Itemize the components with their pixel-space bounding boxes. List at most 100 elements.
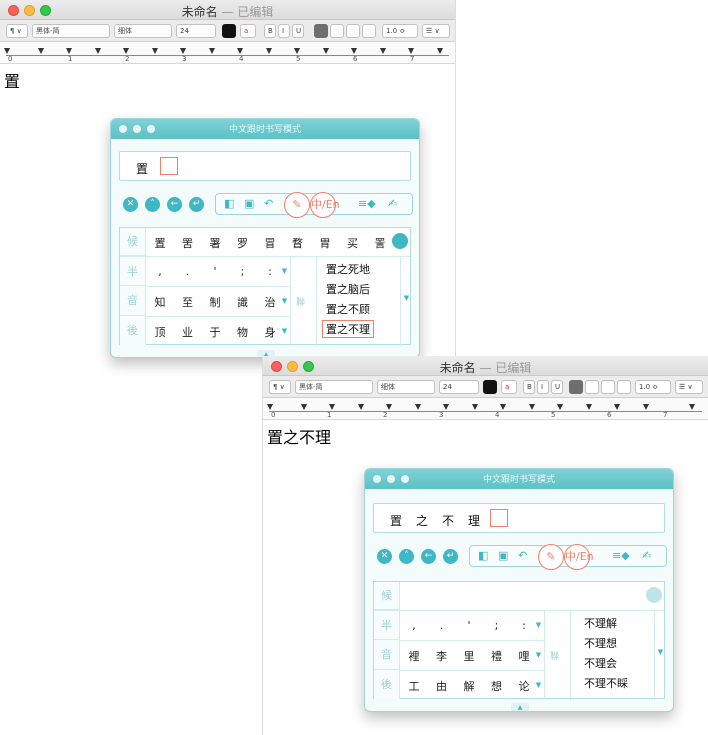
justify-button[interactable] — [617, 380, 631, 394]
align-right-button[interactable] — [346, 24, 360, 38]
align-right-button[interactable] — [601, 380, 615, 394]
association-item[interactable]: 不理想 — [584, 635, 617, 651]
next-word[interactable]: 论 — [512, 678, 536, 694]
punct[interactable]: : — [512, 619, 536, 632]
input-preview-box[interactable]: 置 之 不 理 — [373, 503, 665, 533]
line-spacing-select[interactable]: 1.0 ≎ — [382, 24, 418, 38]
back-circle-icon[interactable]: ← — [421, 549, 436, 564]
highlight-color-button[interactable]: a — [240, 24, 256, 38]
row-expand-arrow-icon[interactable]: ▼ — [534, 681, 543, 689]
bold-button[interactable]: B — [523, 380, 535, 394]
input-preview-box[interactable]: 置 — [119, 151, 411, 181]
list-style-select[interactable]: ☰ ∨ — [675, 380, 703, 394]
candidate[interactable]: 买 — [341, 235, 365, 251]
undo-icon[interactable]: ↶ — [264, 197, 273, 210]
association-item[interactable]: 不理不睬 — [584, 675, 628, 691]
association-expand-arrow-icon[interactable]: ▼ — [402, 294, 411, 302]
italic-button[interactable]: I — [278, 24, 290, 38]
punct[interactable]: , — [402, 619, 426, 632]
align-left-button[interactable] — [314, 24, 328, 38]
row-expand-arrow-icon[interactable]: ▼ — [280, 327, 289, 335]
font-size-field[interactable]: 24 — [439, 380, 479, 394]
lang-toggle-button[interactable]: 中/En — [564, 544, 594, 570]
candidate[interactable]: 胃 — [313, 235, 337, 251]
candidate[interactable]: 詈 — [368, 235, 392, 251]
font-size-field[interactable]: 24 — [176, 24, 216, 38]
lang-toggle-button[interactable]: 中/En — [310, 192, 340, 218]
erase-icon[interactable]: ≡◆ — [612, 549, 630, 562]
next-word[interactable]: 解 — [457, 678, 481, 694]
back-circle-icon[interactable]: ← — [167, 197, 182, 212]
next-word[interactable]: 想 — [485, 678, 509, 694]
enter-circle-icon[interactable]: ↵ — [443, 549, 458, 564]
expand-icon[interactable]: ◧ — [224, 197, 234, 210]
association-item[interactable]: 不理会 — [584, 655, 617, 671]
title-bar[interactable]: 未命名 — 已编辑 — [0, 0, 455, 20]
candidate[interactable]: 冒 — [258, 235, 282, 251]
next-word[interactable]: 顶 — [148, 324, 172, 340]
bold-button[interactable]: B — [264, 24, 276, 38]
font-family-select[interactable]: 黑体-简 — [295, 380, 373, 394]
homophone[interactable]: 李 — [430, 648, 454, 664]
underline-button[interactable]: U — [292, 24, 304, 38]
head-icon[interactable] — [392, 233, 408, 249]
punct[interactable]: ; — [231, 265, 255, 278]
font-style-select[interactable]: 细体 — [114, 24, 172, 38]
row-expand-arrow-icon[interactable]: ▼ — [534, 651, 543, 659]
underline-button[interactable]: U — [551, 380, 563, 394]
punct[interactable]: ' — [203, 265, 227, 278]
next-word[interactable]: 业 — [176, 324, 200, 340]
font-family-select[interactable]: 黑体-简 — [32, 24, 110, 38]
enter-circle-icon[interactable]: ↵ — [189, 197, 204, 212]
text-color-swatch[interactable] — [483, 380, 497, 394]
ruler[interactable]: 0 1 2 3 4 5 6 7 — [0, 42, 455, 64]
undo-icon[interactable]: ↶ — [518, 549, 527, 562]
up-circle-icon[interactable]: ˄ — [399, 549, 414, 564]
homophone[interactable]: 禮 — [485, 648, 509, 664]
font-style-select[interactable]: 细体 — [377, 380, 435, 394]
next-word[interactable]: 由 — [430, 678, 454, 694]
punct[interactable]: : — [258, 265, 282, 278]
association-item-selected[interactable]: 置之不理 — [322, 320, 374, 338]
expand-icon[interactable]: ◧ — [478, 549, 488, 562]
row-expand-arrow-icon[interactable]: ▼ — [280, 297, 289, 305]
homophone[interactable]: 至 — [176, 294, 200, 310]
ime-title-bar[interactable]: 中文跟时书写模式 — [111, 119, 419, 139]
brush-icon[interactable]: ✍ — [642, 549, 651, 562]
candidate[interactable]: 瞀 — [286, 235, 310, 251]
document-text[interactable]: 置 — [4, 68, 20, 92]
row-expand-arrow-icon[interactable]: ▼ — [280, 267, 289, 275]
association-expand-arrow-icon[interactable]: ▼ — [656, 648, 665, 656]
next-word[interactable]: 工 — [402, 678, 426, 694]
paragraph-style-select[interactable]: ¶ ∨ — [269, 380, 291, 394]
candidate[interactable]: 罗 — [231, 235, 255, 251]
association-item[interactable]: 置之死地 — [326, 261, 370, 277]
homophone[interactable]: 哩 — [512, 648, 536, 664]
association-item[interactable]: 置之脑后 — [326, 281, 370, 297]
homophone[interactable]: 制 — [203, 294, 227, 310]
line-spacing-select[interactable]: 1.0 ≎ — [635, 380, 671, 394]
homophone[interactable]: 識 — [231, 294, 255, 310]
italic-button[interactable]: I — [537, 380, 549, 394]
brush-icon[interactable]: ✍ — [388, 197, 397, 210]
ime-title-bar[interactable]: 中文跟时书写模式 — [365, 469, 673, 489]
head-icon[interactable] — [646, 587, 662, 603]
next-word[interactable]: 身 — [258, 324, 282, 340]
punct[interactable]: ' — [457, 619, 481, 632]
punct[interactable]: . — [176, 265, 200, 278]
close-circle-icon[interactable]: ✕ — [123, 197, 138, 212]
list-style-select[interactable]: ☰ ∨ — [422, 24, 450, 38]
text-color-swatch[interactable] — [222, 24, 236, 38]
association-item[interactable]: 不理解 — [584, 615, 617, 631]
document-text[interactable]: 置之不理 — [267, 424, 331, 448]
punct[interactable]: ; — [485, 619, 509, 632]
align-center-button[interactable] — [330, 24, 344, 38]
next-word[interactable]: 物 — [231, 324, 255, 340]
row-expand-arrow-icon[interactable]: ▼ — [534, 621, 543, 629]
candidate[interactable]: 罟 — [176, 235, 200, 251]
homophone[interactable]: 裡 — [402, 648, 426, 664]
paragraph-style-select[interactable]: ¶ ∨ — [6, 24, 28, 38]
candidate[interactable]: 署 — [203, 235, 227, 251]
shrink-icon[interactable]: ▣ — [244, 197, 254, 210]
title-bar[interactable]: 未命名 — 已编辑 — [263, 356, 708, 376]
